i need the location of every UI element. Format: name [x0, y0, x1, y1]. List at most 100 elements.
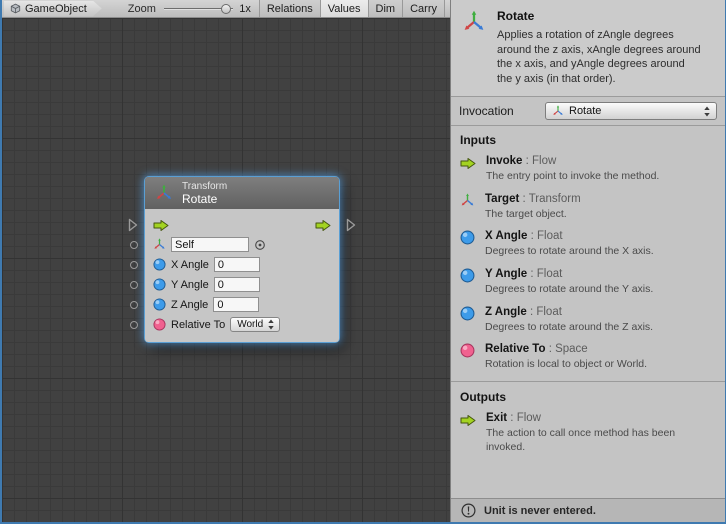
tab-values[interactable]: Values — [320, 0, 368, 17]
space-port-icon — [460, 343, 475, 358]
entry-type: Transform — [529, 193, 581, 205]
input-entry-y-angle: Y Angle : Float Degrees to rotate around… — [451, 263, 725, 301]
z-angle-input[interactable] — [213, 297, 259, 312]
float-port-icon — [460, 230, 475, 245]
warning-text: Unit is never entered. — [484, 505, 596, 517]
y-angle-label: Y Angle — [171, 279, 209, 291]
entry-description: The action to call once method has been … — [486, 427, 711, 454]
node-title: Transform — [182, 181, 227, 192]
input-entry-z-angle: Z Angle : Float Degrees to rotate around… — [451, 301, 725, 339]
invocation-label: Invocation — [459, 104, 514, 118]
input-entry-relative-to: Relative To : Space Rotation is local to… — [451, 338, 725, 376]
entry-description: Rotation is local to object or World. — [485, 358, 647, 372]
invocation-dropdown[interactable]: Rotate — [545, 102, 717, 120]
entry-name: Z Angle — [485, 306, 527, 318]
invoke-flow-port-icon[interactable] — [153, 219, 169, 232]
entry-description: The target object. — [485, 208, 581, 222]
entry-separator: : — [519, 193, 528, 205]
z-angle-label: Z Angle — [171, 299, 208, 311]
entry-description: The entry point to invoke the method. — [486, 170, 659, 184]
entry-separator: : — [546, 343, 556, 355]
relative-to-label: Relative To — [171, 319, 225, 331]
input-entry-invoke: Invoke : Flow The entry point to invoke … — [451, 150, 725, 188]
z-angle-value-port[interactable] — [130, 301, 138, 309]
tab-relations[interactable]: Relations — [259, 0, 320, 17]
output-entry-exit: Exit : Flow The action to call once meth… — [451, 407, 725, 458]
float-port-icon — [460, 306, 475, 321]
entry-name: Exit — [486, 412, 507, 424]
x-angle-value-port[interactable] — [130, 261, 138, 269]
space-port-icon[interactable] — [153, 318, 166, 331]
zoom-slider-knob[interactable] — [221, 4, 231, 14]
inspector-description: Applies a rotation of zAngle degrees aro… — [497, 28, 703, 86]
target-self-field[interactable] — [171, 237, 249, 252]
transform-icon — [155, 184, 173, 202]
float-port-icon[interactable] — [153, 258, 166, 271]
tab-carry[interactable]: Carry — [402, 0, 445, 17]
graph-canvas[interactable]: Transform Rotate — [2, 18, 450, 522]
float-port-icon — [460, 268, 475, 283]
entry-name: Relative To — [485, 343, 546, 355]
warning-icon — [461, 503, 476, 518]
target-picker-icon[interactable] — [254, 239, 266, 251]
entry-type: Float — [537, 230, 563, 242]
entry-separator: : — [527, 230, 537, 242]
inputs-section-header: Inputs — [451, 126, 725, 150]
node-header[interactable]: Transform Rotate — [145, 177, 339, 209]
entry-name: Target — [485, 193, 519, 205]
invocation-value: Rotate — [569, 105, 698, 117]
transform-icon — [153, 238, 166, 251]
entry-name: X Angle — [485, 230, 527, 242]
breadcrumb-gameobject[interactable]: GameObject — [4, 1, 102, 17]
zoom-label: Zoom — [128, 3, 156, 15]
target-value-port[interactable] — [130, 241, 138, 249]
graph-toolbar: GameObject Zoom 1x Relations Values Dim … — [2, 0, 450, 18]
warning-bar: Unit is never entered. — [451, 498, 725, 522]
y-angle-input[interactable] — [214, 277, 260, 292]
entry-type: Float — [537, 268, 563, 280]
float-port-icon[interactable] — [153, 278, 166, 291]
entry-separator: : — [527, 306, 537, 318]
entry-separator: : — [507, 412, 517, 424]
node-subtitle: Rotate — [182, 192, 227, 206]
inspector-title: Rotate — [497, 9, 703, 23]
graph-pane: GameObject Zoom 1x Relations Values Dim … — [2, 0, 450, 522]
input-entry-x-angle: X Angle : Float Degrees to rotate around… — [451, 225, 725, 263]
toolbar-tabs: Relations Values Dim Carry — [259, 0, 445, 17]
relative-to-value-port[interactable] — [130, 321, 138, 329]
x-angle-input[interactable] — [214, 257, 260, 272]
entry-type: Flow — [532, 155, 556, 167]
x-angle-label: X Angle — [171, 259, 209, 271]
float-port-icon[interactable] — [153, 298, 166, 311]
transform-icon — [460, 193, 475, 208]
zoom-slider[interactable] — [164, 2, 233, 16]
rotate-node[interactable]: Transform Rotate — [145, 177, 339, 342]
node-body: X Angle Y Angle Z Angle — [145, 209, 339, 342]
flow-icon — [460, 157, 476, 170]
entry-description: Degrees to rotate around the X axis. — [485, 245, 654, 259]
outputs-section-header: Outputs — [451, 381, 725, 407]
transform-icon — [552, 105, 564, 117]
bolt-editor-window: GameObject Zoom 1x Relations Values Dim … — [0, 0, 726, 524]
dropdown-arrows-icon — [267, 319, 275, 330]
invocation-row: Invocation Rotate — [451, 97, 725, 126]
entry-type: Space — [555, 343, 588, 355]
entry-type: Float — [536, 306, 562, 318]
y-angle-value-port[interactable] — [130, 281, 138, 289]
inspector-panel: Rotate Applies a rotation of zAngle degr… — [450, 0, 725, 522]
flow-input-port[interactable] — [128, 218, 138, 232]
inspector-header: Rotate Applies a rotation of zAngle degr… — [451, 0, 725, 97]
transform-icon — [462, 10, 486, 34]
entry-name: Y Angle — [485, 268, 527, 280]
entry-name: Invoke — [486, 155, 522, 167]
tab-dim[interactable]: Dim — [368, 0, 403, 17]
input-entry-target: Target : Transform The target object. — [451, 188, 725, 226]
gameobject-icon — [10, 3, 21, 14]
relative-to-value: World — [237, 319, 263, 330]
flow-output-port[interactable] — [346, 218, 356, 232]
entry-description: Degrees to rotate around the Z axis. — [485, 321, 653, 335]
exit-flow-port-icon[interactable] — [315, 219, 331, 232]
relative-to-dropdown[interactable]: World — [230, 317, 280, 332]
breadcrumb-label: GameObject — [25, 3, 87, 15]
entry-separator: : — [522, 155, 532, 167]
